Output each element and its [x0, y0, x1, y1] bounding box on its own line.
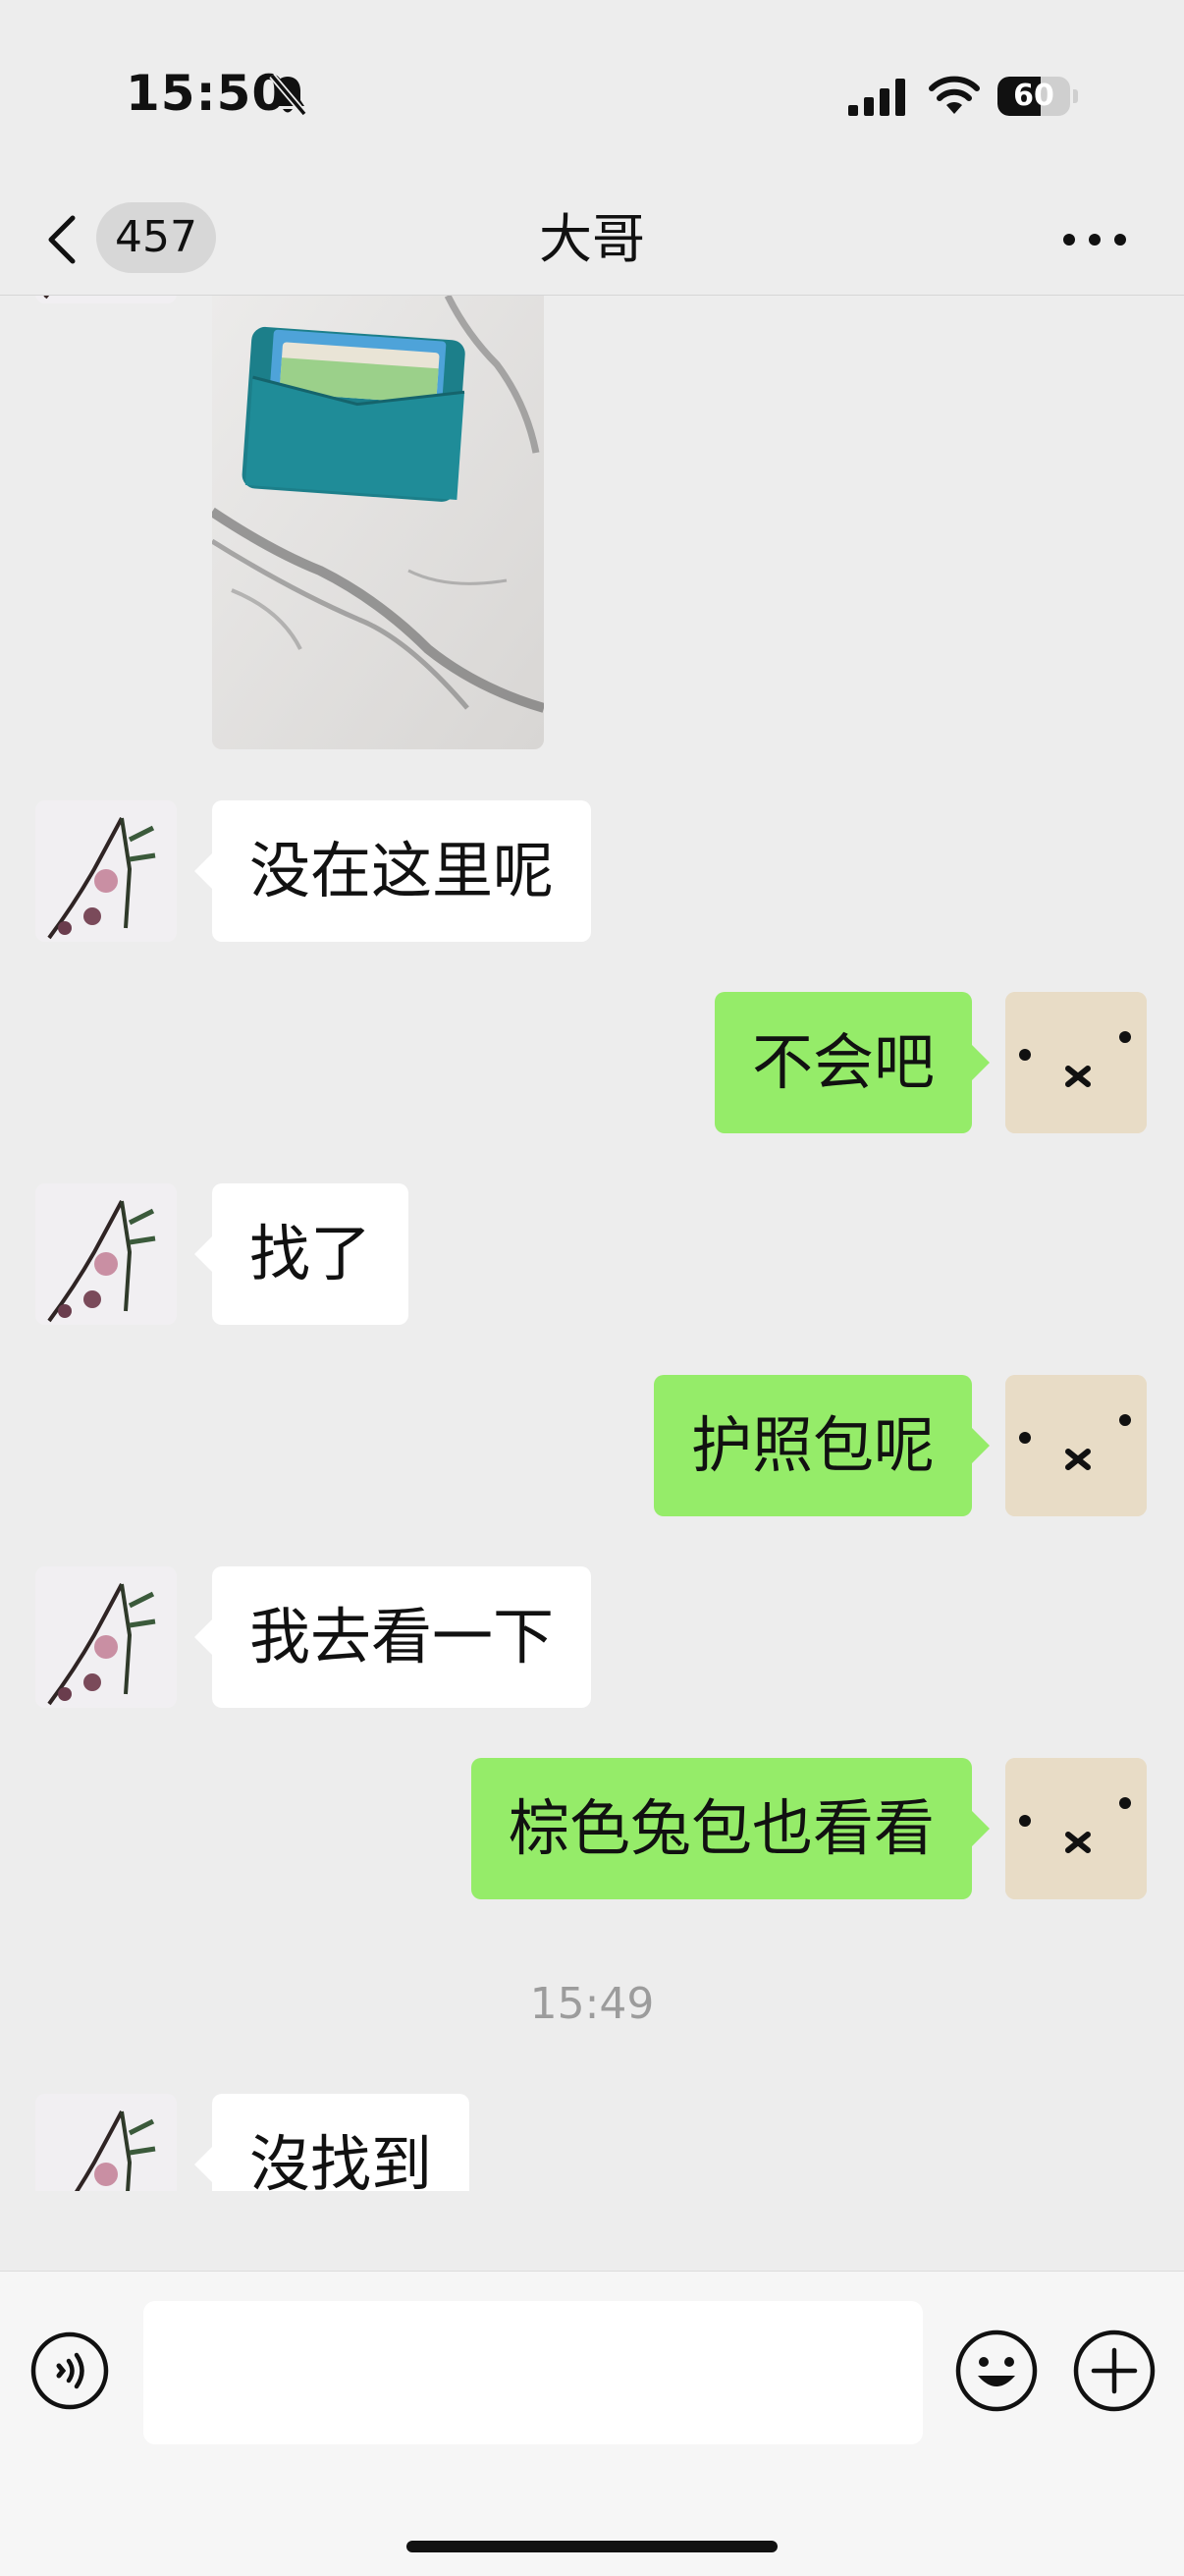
message-timestamp: 15:49 — [529, 1979, 655, 2029]
contact-avatar[interactable] — [35, 800, 177, 942]
blossom-avatar-icon — [35, 800, 177, 942]
bunny-face-avatar-icon — [1005, 1758, 1147, 1899]
input-bar — [0, 2271, 1184, 2576]
message-input[interactable] — [143, 2301, 923, 2444]
my-avatar[interactable] — [1005, 992, 1147, 1133]
contact-avatar[interactable] — [35, 1183, 177, 1325]
chat-title: 大哥 — [539, 208, 645, 270]
blossom-avatar-icon — [35, 1566, 177, 1708]
image-message[interactable] — [212, 296, 544, 749]
home-indicator[interactable] — [406, 2541, 778, 2552]
received-message-bubble[interactable]: 我去看一下 — [193, 1566, 592, 1708]
cellular-signal-icon — [848, 79, 905, 116]
received-message-bubble[interactable]: 沒找到 — [193, 2094, 470, 2191]
battery-level-label: 60 — [1013, 79, 1054, 113]
message-list[interactable]: 没在这里呢 不会吧 找了 护照包呢 我去看一下 棕色兔包也看看 15:49 沒找… — [0, 296, 1184, 2191]
contact-avatar[interactable] — [35, 2094, 177, 2191]
my-avatar[interactable] — [1005, 1375, 1147, 1516]
wifi-icon — [929, 76, 980, 114]
sent-message-bubble[interactable]: 护照包呢 — [653, 1375, 991, 1516]
blossom-avatar-icon — [35, 296, 177, 303]
blossom-avatar-icon — [35, 1183, 177, 1325]
voice-icon[interactable] — [29, 2330, 110, 2411]
contact-avatar[interactable] — [35, 1566, 177, 1708]
sent-message-bubble[interactable]: 棕色兔包也看看 — [470, 1758, 991, 1899]
blossom-avatar-icon — [35, 2094, 177, 2191]
status-time: 15:50 — [126, 65, 288, 122]
bell-slash-icon — [269, 73, 307, 117]
battery-tip — [1073, 89, 1078, 103]
wallet-photo — [212, 296, 544, 749]
sent-message-bubble[interactable]: 不会吧 — [714, 992, 991, 1133]
status-bar: 15:50 60 — [0, 0, 1184, 187]
emoji-icon[interactable] — [954, 2329, 1039, 2413]
bunny-face-avatar-icon — [1005, 1375, 1147, 1516]
more-dots-icon[interactable] — [1060, 220, 1129, 259]
battery-body: 60 — [997, 77, 1070, 116]
plus-icon[interactable] — [1072, 2329, 1157, 2413]
received-message-bubble[interactable]: 没在这里呢 — [193, 800, 592, 942]
bunny-face-avatar-icon — [1005, 992, 1147, 1133]
battery-indicator: 60 — [997, 77, 1078, 116]
contact-avatar[interactable] — [35, 296, 177, 303]
chat-header: 457 大哥 — [0, 187, 1184, 296]
my-avatar[interactable] — [1005, 1758, 1147, 1899]
received-message-bubble[interactable]: 找了 — [193, 1183, 409, 1325]
